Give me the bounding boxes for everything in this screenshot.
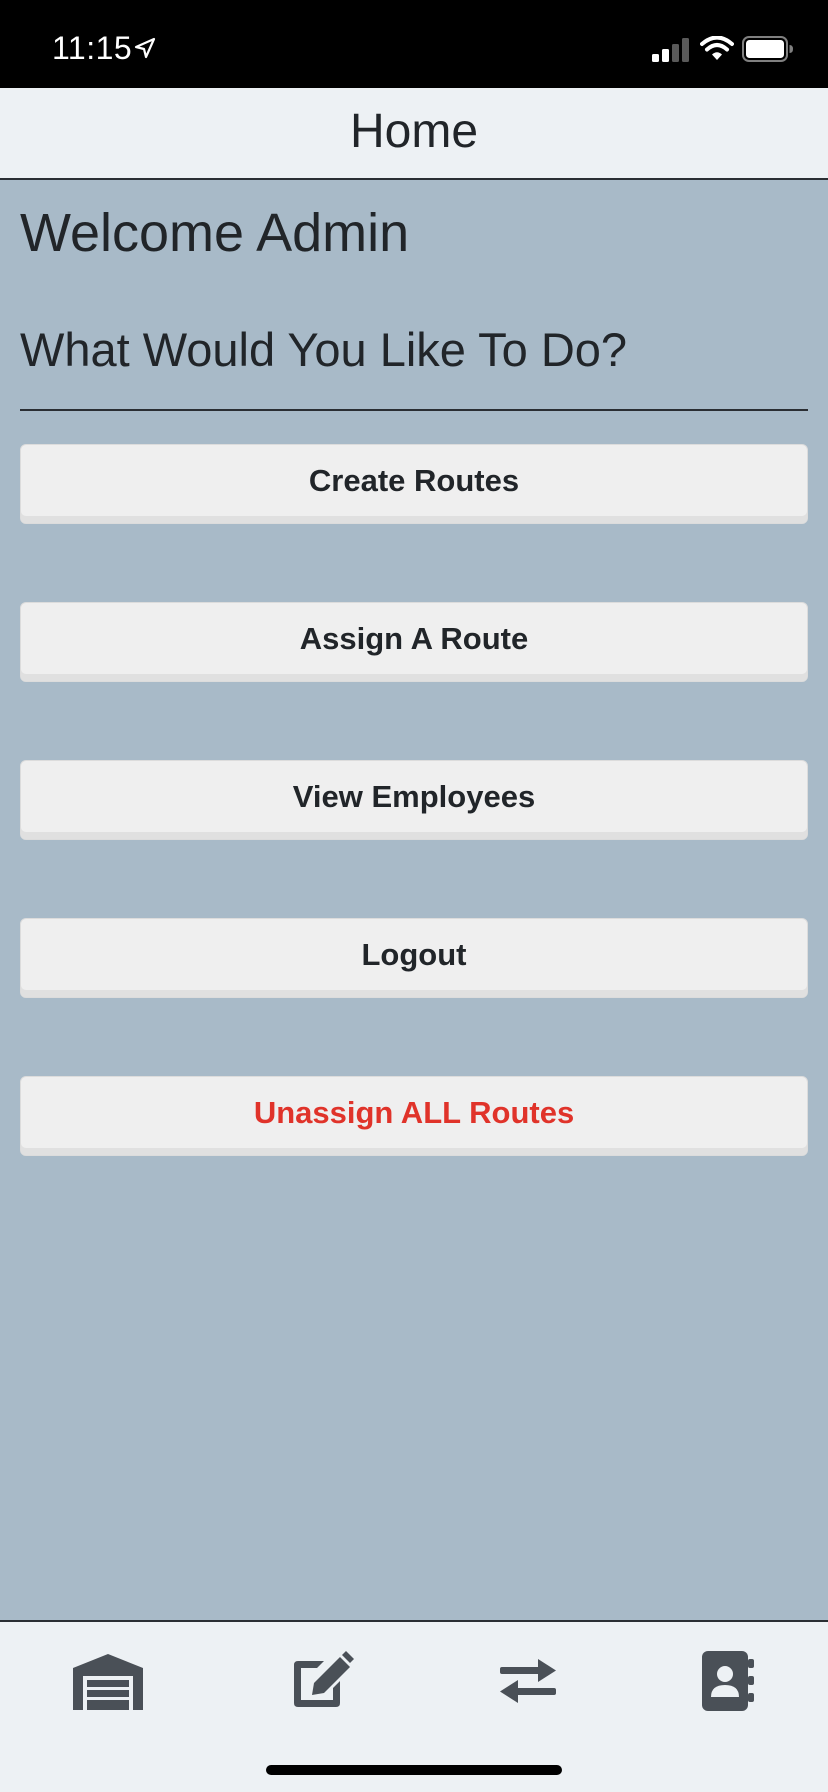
exchange-arrows-icon [500,1659,556,1703]
logout-button[interactable]: Logout [20,918,808,998]
unassign-all-routes-button[interactable]: Unassign ALL Routes [20,1076,808,1156]
location-arrow-icon [134,37,156,59]
status-bar: 11:15 [0,0,828,88]
assign-route-button[interactable]: Assign A Route [20,602,808,682]
page-title: Home [349,105,479,158]
tab-edit[interactable] [282,1648,362,1714]
divider [20,409,808,411]
tab-warehouse[interactable] [68,1648,148,1714]
view-employees-button[interactable]: View Employees [20,760,808,840]
create-routes-button[interactable]: Create Routes [20,444,808,524]
tab-exchange[interactable] [488,1648,568,1714]
edit-icon [294,1651,354,1707]
nav-header: Home [0,88,828,180]
question-heading: What Would You Like To Do? [20,323,628,376]
status-time: 11:15 [52,30,133,66]
warehouse-icon [73,1654,143,1710]
tab-contacts[interactable] [688,1648,768,1714]
wifi-icon [700,36,734,60]
home-indicator [266,1765,562,1775]
signal-icon [652,38,689,62]
battery-icon [742,36,793,62]
welcome-heading: Welcome Admin [20,203,410,263]
contact-book-icon [702,1651,754,1711]
